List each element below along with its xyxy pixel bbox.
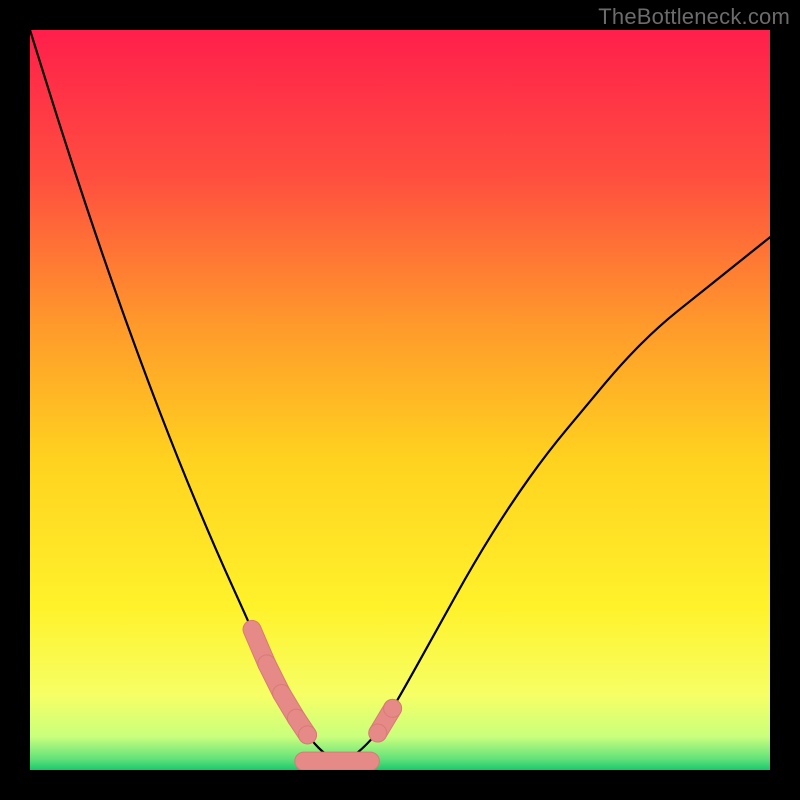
marker-dot bbox=[299, 726, 317, 744]
plot-area bbox=[30, 30, 770, 770]
gradient-background bbox=[30, 30, 770, 770]
marker-dot bbox=[384, 699, 402, 717]
bottleneck-chart bbox=[30, 30, 770, 770]
marker-capsule bbox=[295, 752, 380, 770]
watermark-text: TheBottleneck.com bbox=[598, 4, 790, 30]
marker-dot bbox=[369, 724, 387, 742]
chart-frame: TheBottleneck.com bbox=[0, 0, 800, 800]
